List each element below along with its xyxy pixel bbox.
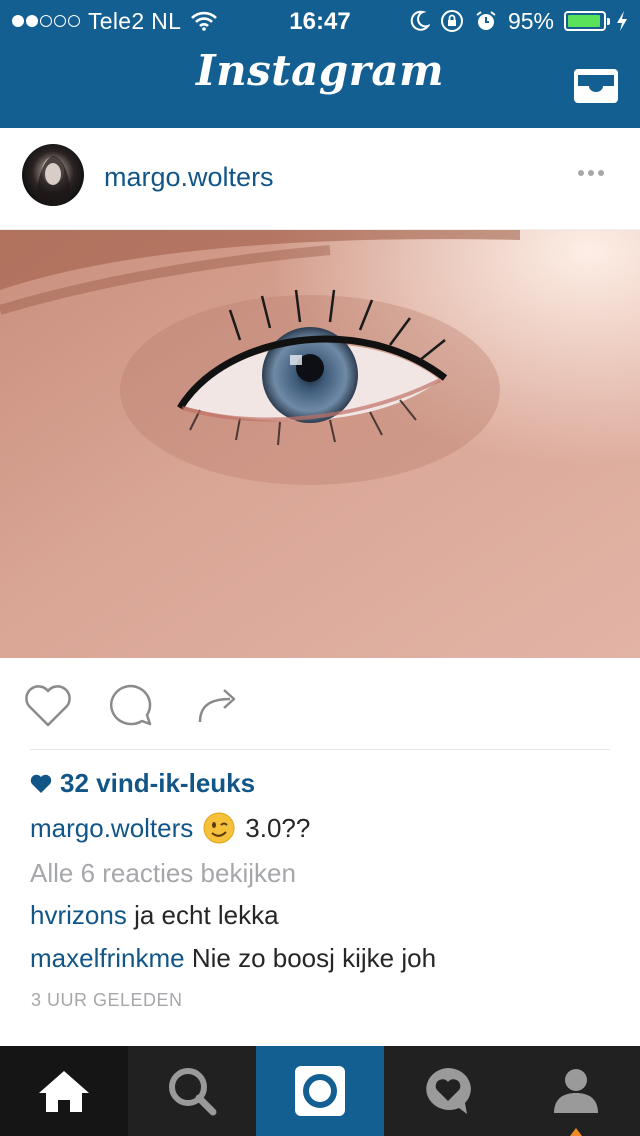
likes-count[interactable]: 32 vind-ik-leuks — [30, 768, 255, 799]
search-icon — [169, 1068, 217, 1116]
likes-text: 32 vind-ik-leuks — [60, 768, 256, 798]
battery-percentage: 95% — [507, 7, 554, 34]
caption-username[interactable]: margo.wolters — [30, 813, 193, 844]
profile-icon — [554, 1069, 598, 1113]
tab-search[interactable] — [128, 1046, 256, 1136]
post-username[interactable]: margo.wolters — [104, 162, 274, 193]
small-heart-icon — [30, 774, 52, 793]
tab-camera[interactable] — [256, 1046, 384, 1136]
avatar-image — [36, 156, 71, 206]
comment-item: maxelfrinkme Nie zo boosj kijke joh — [30, 943, 436, 974]
status-bar: Tele2 NL 16:47 95% — [0, 0, 640, 40]
share-arrow-icon[interactable] — [196, 682, 242, 728]
tab-home[interactable] — [0, 1046, 128, 1136]
comment-item: hvrizons ja echt lekka — [30, 900, 279, 931]
tab-activity[interactable] — [384, 1046, 512, 1136]
moon-icon — [410, 10, 430, 31]
battery-fill — [568, 15, 601, 27]
battery-icon — [564, 11, 610, 31]
eye-photo — [0, 230, 640, 658]
camera-icon — [295, 1066, 345, 1116]
bottom-tab-bar — [0, 1046, 640, 1136]
view-all-comments-link[interactable]: Alle 6 reacties bekijken — [30, 858, 296, 889]
more-dot — [598, 170, 604, 176]
comment-username[interactable]: maxelfrinkme — [30, 943, 185, 973]
post-caption: margo.wolters 3.0?? — [30, 812, 310, 844]
post-photo[interactable] — [0, 230, 640, 658]
like-heart-icon[interactable] — [22, 682, 74, 728]
app-header: Tele2 NL 16:47 95% Instagram — [0, 0, 640, 128]
rotation-lock-icon — [440, 10, 463, 32]
post-actions — [0, 658, 640, 750]
more-dot — [578, 170, 584, 176]
actions-divider — [30, 749, 610, 750]
heart-bubble-icon — [426, 1068, 471, 1114]
tab-profile[interactable] — [512, 1046, 640, 1136]
post-timestamp: 3 UUR GELEDEN — [31, 990, 183, 1010]
more-options-button[interactable] — [578, 170, 604, 176]
more-dot — [588, 170, 594, 176]
app-title: Instagram — [195, 46, 445, 95]
wink-emoji-icon — [203, 812, 235, 844]
comment-text: Nie zo boosj kijke joh — [191, 943, 437, 973]
inbox-icon[interactable] — [572, 66, 620, 106]
home-icon — [39, 1071, 89, 1112]
comment-username[interactable]: hvrizons — [30, 900, 127, 930]
comment-bubble-icon[interactable] — [106, 682, 156, 728]
comment-text: ja echt lekka — [134, 900, 279, 930]
alarm-icon — [476, 11, 496, 30]
caption-text: 3.0?? — [245, 812, 311, 843]
avatar[interactable] — [22, 144, 84, 206]
notification-marker-icon — [570, 1128, 582, 1136]
charging-bolt-icon — [617, 11, 627, 31]
post-header: margo.wolters — [0, 128, 640, 230]
status-right: 95% — [408, 7, 628, 35]
